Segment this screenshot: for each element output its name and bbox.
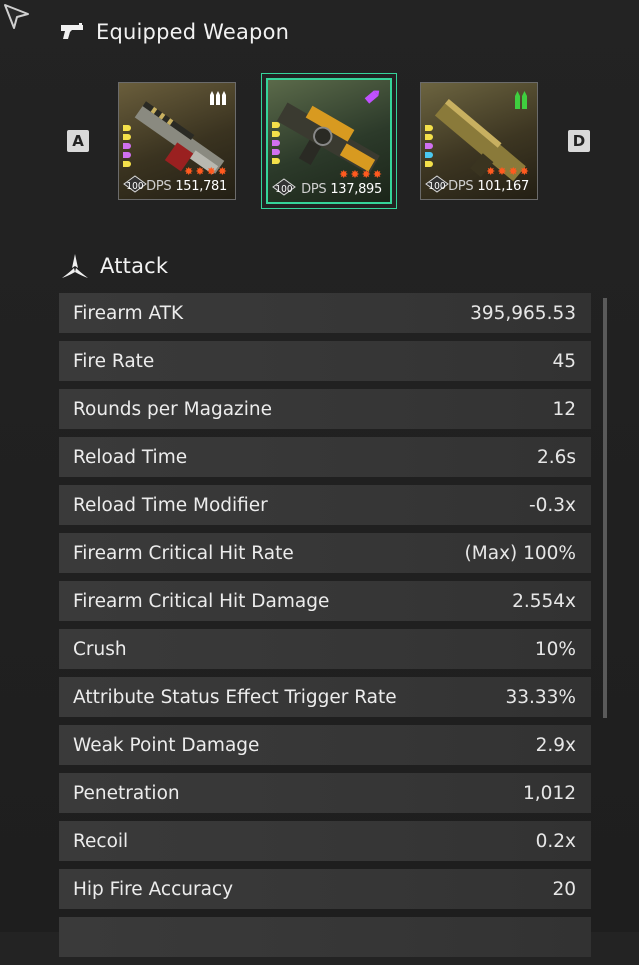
weapon-card-3[interactable]: ✸ ✸ ✸ ✸ 100 DPS 101,167	[420, 82, 538, 200]
stat-row: Reload Time 2.6s	[59, 437, 591, 477]
weapon-dps: DPS 101,167	[448, 179, 529, 194]
stat-value: 10%	[534, 638, 576, 660]
weapon-level: 100	[126, 181, 144, 192]
equipped-weapon-title: Equipped Weapon	[96, 20, 290, 44]
stat-label: Reload Time Modifier	[73, 494, 268, 516]
stat-label: Firearm Critical Hit Rate	[73, 542, 294, 564]
rarity-stars: ✸ ✸ ✸ ✸	[339, 168, 382, 181]
stat-value: -0.3x	[528, 494, 576, 516]
weapon-level: 100	[428, 181, 446, 192]
stat-label: Weak Point Damage	[73, 734, 260, 756]
stat-label: Rounds per Magazine	[73, 398, 273, 420]
stat-row: Reload Time Modifier -0.3x	[59, 485, 591, 525]
stat-label: Penetration	[73, 782, 180, 804]
stat-row: Crush 10%	[59, 629, 591, 669]
prev-weapon-key[interactable]: A	[67, 130, 89, 152]
stat-value: (Max) 100%	[464, 542, 576, 564]
stat-row: Firearm ATK 395,965.53	[59, 293, 591, 333]
stat-row: Rounds per Magazine 12	[59, 389, 591, 429]
stat-value: 45	[552, 350, 576, 372]
stat-label: Firearm Critical Hit Damage	[73, 590, 330, 612]
stat-row: Recoil 0.2x	[59, 821, 591, 861]
stat-value: 395,965.53	[470, 302, 576, 324]
ammo-type-icon	[210, 91, 226, 105]
stat-label: Hip Fire Accuracy	[73, 878, 234, 900]
next-weapon-key[interactable]: D	[568, 130, 590, 152]
stat-value: 12	[552, 398, 576, 420]
stat-label: Firearm ATK	[73, 302, 184, 324]
stat-row-partial	[59, 917, 591, 957]
stat-label: Recoil	[73, 830, 129, 852]
attack-stats-list: Firearm ATK 395,965.53 Fire Rate 45 Rounds…	[59, 293, 591, 965]
module-indicators	[272, 122, 280, 164]
weapon-dps: DPS 137,895	[301, 182, 382, 197]
stat-row: Weak Point Damage 2.9x	[59, 725, 591, 765]
scrollbar[interactable]	[603, 298, 607, 718]
weapon-dps: DPS 151,781	[146, 179, 227, 194]
module-indicators	[425, 125, 433, 167]
ammo-type-icon	[515, 91, 527, 109]
stat-value: 0.2x	[535, 830, 576, 852]
stat-value: 20	[552, 878, 576, 900]
stat-label: Crush	[73, 638, 127, 660]
rarity-stars: ✸ ✸ ✸ ✸	[486, 165, 529, 178]
stat-value: 2.9x	[535, 734, 576, 756]
attack-icon	[62, 254, 88, 278]
equipped-weapon-header: Equipped Weapon	[60, 20, 289, 44]
cursor-icon	[4, 4, 29, 29]
stat-value: 1,012	[523, 782, 576, 804]
stat-value: 33.33%	[505, 686, 576, 708]
stat-row: Firearm Critical Hit Damage 2.554x	[59, 581, 591, 621]
attack-header: Attack	[60, 252, 168, 280]
attack-title: Attack	[100, 254, 169, 278]
stat-row: Firearm Critical Hit Rate (Max) 100%	[59, 533, 591, 573]
stat-label: Fire Rate	[73, 350, 155, 372]
stat-label: Reload Time	[73, 446, 188, 468]
stat-value: 2.554x	[512, 590, 576, 612]
stat-label: Attribute Status Effect Trigger Rate	[73, 686, 397, 708]
weapon-level: 100	[275, 184, 293, 195]
stat-value: 2.6s	[536, 446, 576, 468]
rarity-stars: ✸ ✸ ✸ ✸	[184, 165, 227, 178]
weapon-card-2[interactable]: ✸ ✸ ✸ ✸ 100 DPS 137,895	[266, 78, 392, 204]
module-indicators	[123, 125, 131, 167]
ammo-type-icon	[364, 90, 380, 104]
stat-row: Attribute Status Effect Trigger Rate 33.3…	[59, 677, 591, 717]
stat-row: Fire Rate 45	[59, 341, 591, 381]
pistol-icon	[61, 23, 83, 39]
stat-row: Hip Fire Accuracy 20	[59, 869, 591, 909]
weapon-card-1[interactable]: ✸ ✸ ✸ ✸ 100 DPS 151,781	[118, 82, 236, 200]
stat-row: Penetration 1,012	[59, 773, 591, 813]
